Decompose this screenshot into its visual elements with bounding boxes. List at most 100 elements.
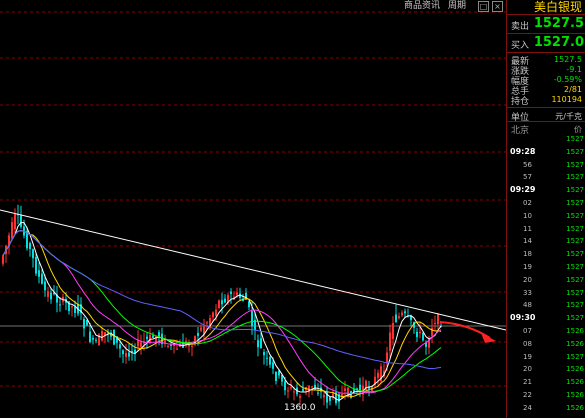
buy-price: 1527.0	[533, 35, 584, 50]
divider	[507, 33, 585, 34]
candle-body	[275, 372, 277, 381]
tick-price: 1526	[566, 391, 584, 399]
tick-price: 1527	[566, 224, 584, 233]
candle-body	[416, 331, 418, 337]
candle-body	[422, 332, 424, 341]
tick-price: 1527	[566, 211, 584, 220]
tick-price: 1527	[566, 263, 584, 271]
tick-price: 1527	[566, 160, 584, 169]
candle-body	[125, 352, 127, 357]
tick-price: 1526	[566, 339, 584, 348]
candle-body	[290, 387, 292, 389]
candle-body	[419, 331, 421, 334]
candle-body	[395, 314, 397, 322]
tick-minute: 19	[523, 352, 532, 361]
tick-price: 1526	[566, 403, 584, 412]
tick-price: 1527	[566, 314, 584, 323]
candle-body	[197, 332, 199, 337]
tick-price: 1527	[566, 237, 584, 246]
divider	[507, 52, 585, 53]
candle-body	[317, 392, 319, 394]
tick-price: 1526	[566, 327, 584, 335]
stat-value-last: 1527.5	[554, 55, 582, 64]
candle-body	[389, 332, 391, 351]
candle-body	[122, 350, 124, 355]
candle-body	[224, 298, 226, 303]
candle-body	[206, 322, 208, 324]
divider	[507, 121, 585, 122]
candle-body	[83, 318, 85, 329]
candle-body	[266, 357, 268, 359]
candle-body	[29, 243, 31, 249]
menu-period[interactable]: 周期	[448, 0, 466, 12]
tick-minute: 33	[523, 288, 532, 297]
tick-price: 1527	[566, 199, 584, 207]
tick-minute: 02	[523, 199, 532, 207]
menu-product-info[interactable]: 商品资讯	[404, 0, 440, 12]
candle-body	[71, 306, 73, 308]
stat-value-oi: 110194	[551, 95, 582, 104]
candle-body	[287, 390, 289, 392]
candle-body	[170, 344, 172, 346]
maximize-icon[interactable]: □	[478, 1, 489, 12]
candle-body	[152, 335, 154, 338]
candle-body	[191, 345, 193, 347]
tick-minute: 22	[523, 391, 532, 399]
sell-price: 1527.5	[533, 16, 584, 31]
tick-minute: 20	[523, 365, 532, 374]
tick-price: 1527	[566, 275, 584, 284]
candle-body	[14, 213, 16, 230]
candle-body	[398, 316, 400, 319]
low-price-label: 1360.0	[284, 403, 316, 413]
candle-body	[392, 322, 394, 340]
candle-body	[149, 334, 151, 343]
candle-body	[140, 342, 142, 347]
tick-minute: 14	[523, 237, 532, 246]
candle-body	[311, 386, 313, 388]
candle-body	[386, 352, 388, 364]
tick-price: 1527	[566, 147, 584, 156]
candle-body	[359, 384, 361, 390]
candle-body	[299, 395, 301, 398]
candle-body	[44, 281, 46, 291]
close-icon[interactable]: ×	[492, 1, 503, 12]
tick-price: 1527	[566, 173, 584, 182]
tick-minute: 20	[523, 275, 532, 284]
candle-body	[176, 348, 178, 350]
candle-body	[221, 300, 223, 305]
kline-chart[interactable]: 商品资讯 周期 □ × 1360.0	[0, 0, 506, 418]
candle-body	[251, 311, 253, 327]
stat-label-oi: 持仓	[511, 97, 530, 107]
candle-body	[128, 352, 130, 357]
tick-minute: 57	[523, 173, 532, 182]
candle-body	[89, 331, 91, 342]
candle-body	[41, 273, 43, 284]
candle-body	[11, 222, 13, 239]
instrument-title: 美白银现	[507, 0, 585, 15]
buy-label: 买入	[511, 41, 530, 51]
candle-body	[92, 337, 94, 340]
candle-body	[272, 362, 274, 369]
tick-price: 1526	[566, 378, 584, 387]
tick-minute: 18	[523, 250, 532, 259]
candle-body	[344, 388, 346, 391]
candle-body	[146, 336, 148, 339]
candle-body	[437, 313, 439, 325]
stat-value-change: -9.1	[566, 65, 582, 74]
candle-body	[47, 291, 49, 297]
candle-body	[212, 312, 214, 318]
candle-body	[329, 397, 331, 401]
sell-label: 卖出	[511, 22, 530, 32]
stat-value-volume: 2/81	[564, 85, 582, 94]
candle-body	[302, 388, 304, 392]
tick-price: 1527	[566, 301, 584, 310]
candle-body	[230, 291, 232, 294]
candle-body	[2, 255, 4, 264]
candle-body	[119, 344, 121, 349]
candle-body	[32, 249, 34, 259]
col-header-time: 北京	[511, 126, 530, 136]
tick-price: 1527	[566, 250, 584, 259]
kline-chart-canvas[interactable]	[0, 0, 506, 418]
candle-body	[95, 339, 97, 341]
tick-time: 09:28	[510, 146, 536, 156]
